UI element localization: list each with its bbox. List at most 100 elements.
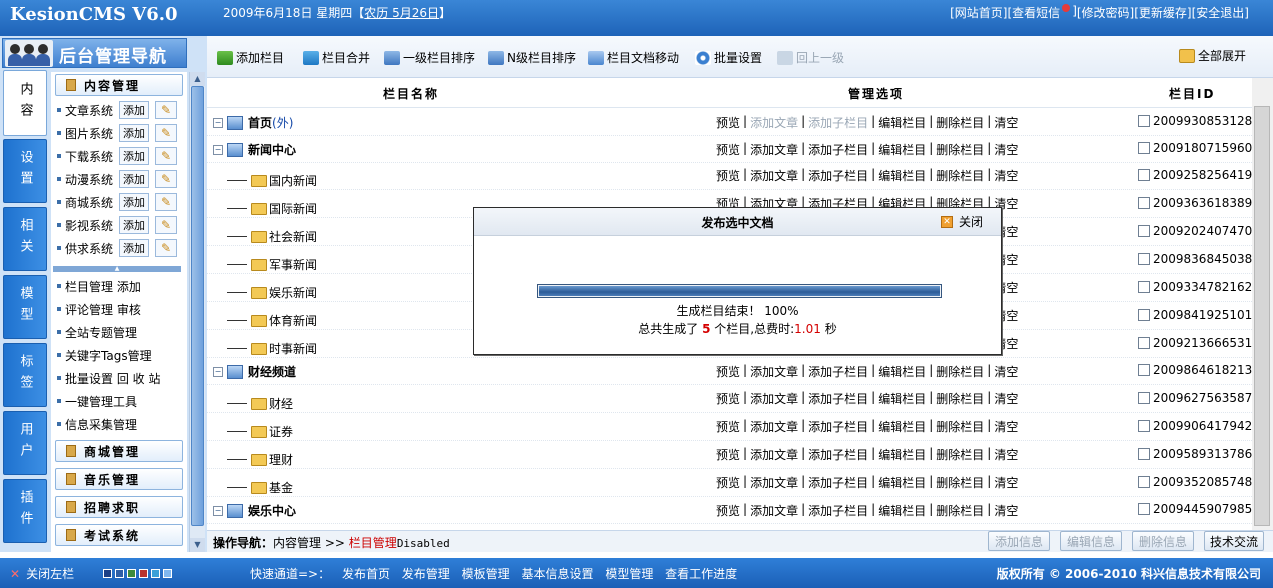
- clear-link[interactable]: 清空: [991, 363, 1021, 380]
- add-subcolumn-link[interactable]: 添加子栏目: [805, 390, 871, 407]
- table-scrollbar[interactable]: [1252, 78, 1273, 530]
- section-content-management[interactable]: 内容管理: [55, 74, 183, 96]
- edit-pencil-icon[interactable]: ✎: [155, 101, 177, 119]
- tab-tags[interactable]: 标签: [3, 343, 47, 407]
- clear-link[interactable]: 清空: [991, 418, 1021, 435]
- add-article-link[interactable]: 添加文章: [747, 474, 801, 491]
- edit-pencil-icon[interactable]: ✎: [155, 216, 177, 234]
- section-music-management[interactable]: 音乐管理: [55, 468, 183, 490]
- batch-settings-button[interactable]: 批量设置: [695, 49, 762, 66]
- tool-item[interactable]: 一键管理工具: [55, 391, 137, 411]
- edit-pencil-icon[interactable]: ✎: [155, 147, 177, 165]
- edit-pencil-icon[interactable]: ✎: [155, 170, 177, 188]
- preview-link[interactable]: 预览: [713, 418, 743, 435]
- tool-item[interactable]: 批量设置 回 收 站: [55, 368, 160, 388]
- delete-column-link[interactable]: 删除栏目: [933, 418, 987, 435]
- system-add-button[interactable]: 添加: [119, 124, 149, 142]
- add-subcolumn-link[interactable]: 添加子栏目: [805, 446, 871, 463]
- edit-pencil-icon[interactable]: ✎: [155, 239, 177, 257]
- row-checkbox[interactable]: [1138, 169, 1150, 181]
- add-article-link[interactable]: 添加文章: [747, 114, 801, 131]
- column-name-label[interactable]: 体育新闻: [269, 312, 317, 329]
- row-checkbox[interactable]: [1138, 448, 1150, 460]
- section-recruitment[interactable]: 招聘求职: [55, 496, 183, 518]
- tool-item[interactable]: 栏目管理 添加: [55, 276, 141, 296]
- column-name-label[interactable]: 财经: [269, 395, 293, 412]
- panel-splitter[interactable]: ▲: [53, 266, 181, 272]
- home-link[interactable]: [网站首页]: [950, 4, 1007, 21]
- column-name-label[interactable]: 娱乐中心: [248, 502, 296, 519]
- quick-link-models[interactable]: 模型管理: [605, 567, 653, 581]
- move-documents-button[interactable]: 栏目文档移动: [588, 49, 679, 66]
- dialog-close-button[interactable]: ✕ 关闭: [940, 213, 983, 230]
- edit-pencil-icon[interactable]: ✎: [155, 124, 177, 142]
- column-name-label[interactable]: 首页: [248, 114, 272, 131]
- delete-column-link[interactable]: 删除栏目: [933, 502, 987, 519]
- clear-link[interactable]: 清空: [991, 446, 1021, 463]
- preview-link[interactable]: 预览: [713, 114, 743, 131]
- logout-link[interactable]: [安全退出]: [1192, 4, 1249, 21]
- clear-link[interactable]: 清空: [991, 502, 1021, 519]
- theme-swatch[interactable]: [163, 569, 172, 578]
- edit-column-link[interactable]: 编辑栏目: [875, 363, 929, 380]
- add-article-link[interactable]: 添加文章: [747, 390, 801, 407]
- tool-item[interactable]: 信息采集管理: [55, 414, 137, 434]
- system-label[interactable]: 文章系统: [65, 102, 119, 119]
- add-subcolumn-link[interactable]: 添加子栏目: [805, 167, 871, 184]
- row-checkbox[interactable]: [1138, 476, 1150, 488]
- scrollbar-thumb[interactable]: [191, 86, 204, 526]
- row-checkbox[interactable]: [1138, 225, 1150, 237]
- edit-info-button[interactable]: 编辑信息: [1060, 531, 1122, 551]
- column-name-label[interactable]: 军事新闻: [269, 256, 317, 273]
- add-column-button[interactable]: 添加栏目: [217, 49, 284, 66]
- system-label[interactable]: 下载系统: [65, 148, 119, 165]
- column-name-label[interactable]: 国际新闻: [269, 200, 317, 217]
- clear-link[interactable]: 清空: [991, 167, 1021, 184]
- system-add-button[interactable]: 添加: [119, 170, 149, 188]
- row-checkbox[interactable]: [1138, 309, 1150, 321]
- delete-column-link[interactable]: 删除栏目: [933, 390, 987, 407]
- tab-related[interactable]: 相关: [3, 207, 47, 271]
- column-name-label[interactable]: 理财: [269, 451, 293, 468]
- system-add-button[interactable]: 添加: [119, 239, 149, 257]
- row-checkbox[interactable]: [1138, 281, 1150, 293]
- breadcrumb-parent[interactable]: 内容管理: [273, 536, 321, 550]
- quick-link-templates[interactable]: 模板管理: [462, 567, 510, 581]
- system-label[interactable]: 商城系统: [65, 194, 119, 211]
- scroll-down-icon[interactable]: ▼: [190, 538, 205, 552]
- column-name-label[interactable]: 财经频道: [248, 363, 296, 380]
- quick-link-work-progress[interactable]: 查看工作进度: [665, 567, 737, 581]
- add-subcolumn-link[interactable]: 添加子栏目: [805, 363, 871, 380]
- system-add-button[interactable]: 添加: [119, 101, 149, 119]
- add-article-link[interactable]: 添加文章: [747, 141, 801, 158]
- collapse-toggle-icon[interactable]: −: [213, 366, 223, 377]
- tech-exchange-button[interactable]: 技术交流: [1204, 531, 1264, 551]
- quick-link-basic-settings[interactable]: 基本信息设置: [521, 567, 593, 581]
- tab-settings[interactable]: 设置: [3, 139, 47, 203]
- tool-item[interactable]: 全站专题管理: [55, 322, 137, 342]
- collapse-toggle-icon[interactable]: −: [213, 144, 223, 155]
- merge-column-button[interactable]: 栏目合并: [303, 49, 370, 66]
- edit-column-link[interactable]: 编辑栏目: [875, 390, 929, 407]
- column-name-label[interactable]: 新闻中心: [248, 141, 296, 158]
- tab-model[interactable]: 模型: [3, 275, 47, 339]
- section-shop-management[interactable]: 商城管理: [55, 440, 183, 462]
- close-sidebar-button[interactable]: ✕ 关闭左栏: [10, 565, 74, 582]
- messages-link[interactable]: [查看短信: [1008, 4, 1061, 21]
- expand-all-button[interactable]: 全部展开: [1179, 47, 1246, 64]
- add-subcolumn-link[interactable]: 添加子栏目: [805, 141, 871, 158]
- scroll-up-icon[interactable]: ▲: [190, 72, 205, 86]
- column-name-label[interactable]: 基金: [269, 479, 293, 496]
- preview-link[interactable]: 预览: [713, 363, 743, 380]
- add-subcolumn-link[interactable]: 添加子栏目: [805, 114, 871, 131]
- tab-plugins[interactable]: 插件: [3, 479, 47, 543]
- sort-first-level-button[interactable]: 一级栏目排序: [384, 49, 475, 66]
- column-name-label[interactable]: 时事新闻: [269, 340, 317, 357]
- system-add-button[interactable]: 添加: [119, 193, 149, 211]
- row-checkbox[interactable]: [1138, 392, 1150, 404]
- delete-column-link[interactable]: 删除栏目: [933, 141, 987, 158]
- clear-link[interactable]: 清空: [991, 114, 1021, 131]
- column-name-label[interactable]: 社会新闻: [269, 228, 317, 245]
- clear-link[interactable]: 清空: [991, 141, 1021, 158]
- clear-link[interactable]: 清空: [991, 474, 1021, 491]
